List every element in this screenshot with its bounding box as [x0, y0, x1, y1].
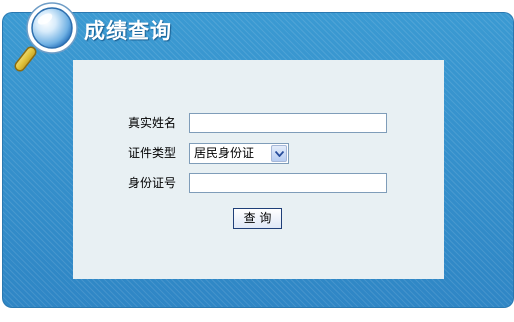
query-button[interactable]: 查 询	[233, 208, 282, 229]
chevron-down-icon	[275, 151, 284, 157]
id-number-input[interactable]	[189, 173, 387, 193]
real-name-input[interactable]	[189, 113, 387, 133]
query-form-area	[73, 60, 444, 279]
id-type-select[interactable]: 居民身份证	[189, 143, 289, 164]
id-type-selected-value: 居民身份证	[194, 146, 255, 160]
id-number-label: 身份证号	[127, 176, 176, 190]
id-type-label: 证件类型	[127, 146, 176, 160]
dropdown-button[interactable]	[271, 145, 287, 162]
page-title: 成绩查询	[84, 19, 172, 43]
real-name-label: 真实姓名	[127, 116, 176, 130]
